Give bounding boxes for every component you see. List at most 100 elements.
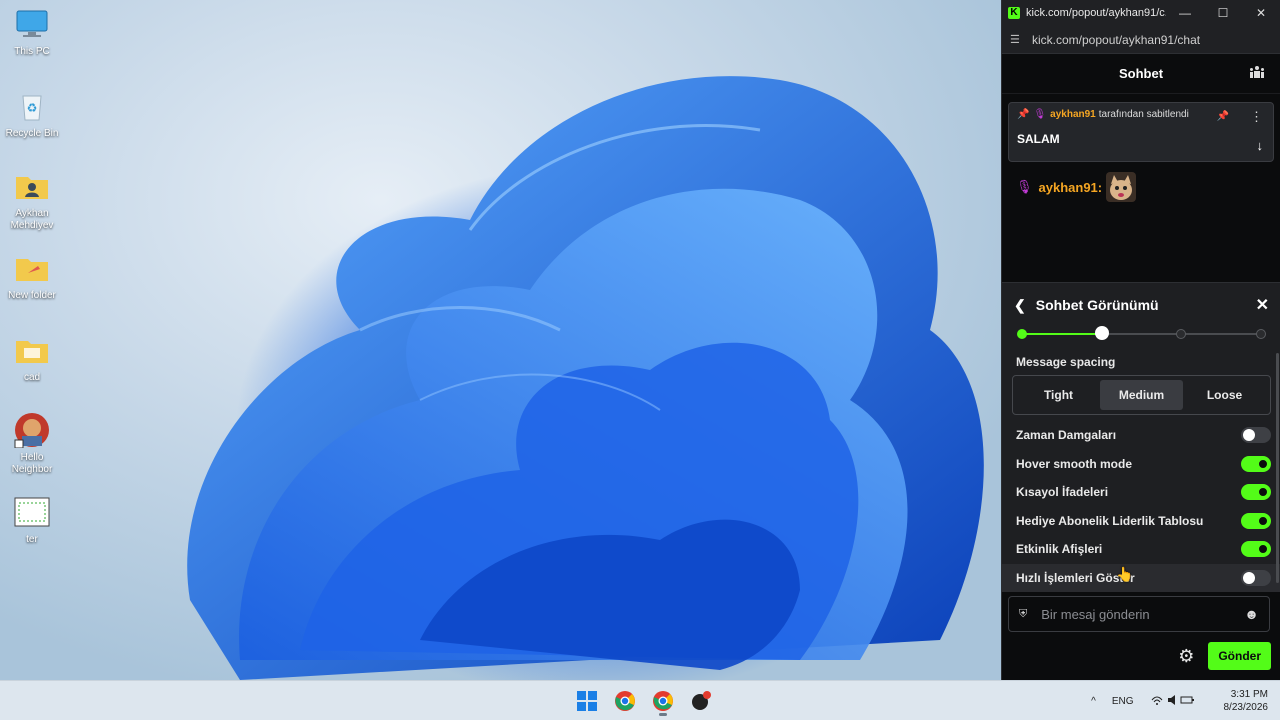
more-options-icon[interactable]: ⋮	[1250, 109, 1263, 125]
chat-message: 🎙 aykhan91 :	[1002, 162, 1280, 212]
desktop-icon-recycle-bin[interactable]: ♻ Recycle Bin	[4, 88, 60, 140]
site-settings-icon[interactable]: ☰	[1010, 33, 1024, 46]
desktop-icon-hello-neighbor[interactable]: Hello Neighbor	[4, 412, 60, 476]
maximize-button[interactable]: ☐	[1204, 0, 1242, 26]
desktop-icon-label: New folder	[8, 290, 56, 301]
desktop-icon-label: Hello Neighbor	[11, 452, 53, 475]
back-arrow-icon[interactable]: ❮	[1014, 297, 1026, 314]
pin-icon: 📌	[1017, 109, 1030, 120]
user-folder-icon	[14, 168, 50, 204]
slider-thumb[interactable]	[1094, 326, 1109, 340]
shield-icon[interactable]: ⛨	[1019, 608, 1027, 621]
toggle-switch[interactable]	[1241, 541, 1271, 558]
clock[interactable]: 3:31 PM 8/23/2026	[1224, 688, 1269, 714]
tray-overflow-icon[interactable]: ^	[1091, 696, 1096, 707]
image-file-icon	[14, 494, 50, 530]
desktop-icon-new-folder[interactable]: New folder	[4, 250, 60, 302]
chrome-icon	[615, 691, 635, 711]
taskbar-chrome[interactable]	[606, 685, 644, 717]
language-indicator[interactable]: ENG	[1112, 696, 1134, 707]
app-icon	[692, 691, 711, 710]
gear-icon[interactable]: ⚙	[1178, 646, 1194, 667]
panel-title: Sohbet Görünümü	[1035, 297, 1159, 313]
toggle-row-gift-leaderboard[interactable]: Hediye Abonelik Liderlik Tablosu	[1002, 507, 1280, 536]
toggle-switch[interactable]	[1241, 569, 1271, 586]
desktop-icon-label: ter	[26, 534, 38, 545]
desktop-icon-label: This PC	[14, 46, 50, 57]
address-url: kick.com/popout/aykhan91/chat	[1032, 32, 1201, 47]
font-size-slider[interactable]	[1017, 326, 1266, 341]
slider-fill	[1022, 333, 1102, 335]
kick-logo-icon: K	[1008, 7, 1020, 19]
toggle-switch[interactable]	[1241, 455, 1271, 472]
start-button[interactable]	[568, 685, 606, 717]
spacing-label: Message spacing	[1016, 355, 1116, 369]
desktop-icon-this-pc[interactable]: This PC	[4, 6, 60, 58]
desktop-icon-label: Aykhan Mehdiyev	[10, 208, 54, 231]
taskbar: ^ ENG 3:31 PM 8/23/2026	[0, 680, 1280, 720]
pinned-message[interactable]: 📌 🎙 aykhan91 tarafından sabitlendi 📌 ⋮ S…	[1008, 102, 1274, 162]
send-button[interactable]: Gönder	[1208, 642, 1271, 670]
pinned-by-text: tarafından sabitlendi	[1098, 109, 1189, 120]
toggle-row-timestamps[interactable]: Zaman Damgaları	[1002, 421, 1280, 450]
toggle-label: Hediye Abonelik Liderlik Tablosu	[1016, 513, 1204, 528]
message-placeholder: Bir mesaj gönderin	[1041, 606, 1150, 622]
close-icon[interactable]: ✕	[1256, 295, 1269, 315]
chrome-icon	[653, 691, 673, 711]
pinned-text: SALAM	[1017, 132, 1060, 146]
toggle-row-event-banners[interactable]: Etkinlik Afişleri	[1002, 535, 1280, 564]
cat-emote-icon	[1106, 172, 1137, 202]
desktop-icon-cad[interactable]: cad	[4, 332, 60, 384]
game-shortcut-icon	[14, 412, 50, 448]
clock-date: 8/23/2026	[1223, 702, 1269, 713]
close-window-button[interactable]: ✕	[1242, 0, 1280, 26]
users-icon[interactable]	[1250, 66, 1264, 81]
desktop-icon-label: Recycle Bin	[5, 128, 59, 139]
slider-stop[interactable]	[1017, 329, 1027, 339]
toggle-switch[interactable]	[1241, 484, 1271, 501]
emoji-icon[interactable]: ☻	[1244, 606, 1259, 622]
spacing-option-loose[interactable]: Loose	[1183, 380, 1266, 410]
unpin-icon[interactable]: 📌	[1217, 111, 1229, 122]
chat-header: Sohbet	[1002, 54, 1280, 94]
spacing-option-medium[interactable]: Medium	[1100, 380, 1183, 410]
toggle-label: Zaman Damgaları	[1016, 428, 1117, 443]
taskbar-chrome-active[interactable]	[644, 685, 682, 717]
message-separator: :	[1097, 179, 1103, 195]
clock-time: 3:31 PM	[1230, 689, 1268, 700]
taskbar-apps	[568, 685, 720, 717]
message-input[interactable]: ⛨ Bir mesaj gönderin ☻	[1008, 596, 1270, 632]
toggle-label: Kısayol İfadeleri	[1016, 485, 1109, 500]
message-author[interactable]: aykhan91	[1039, 180, 1098, 195]
toggle-row-hover-smooth[interactable]: Hover smooth mode	[1002, 450, 1280, 479]
toggle-switch[interactable]	[1241, 512, 1271, 529]
toggle-label: Hover smooth mode	[1016, 456, 1133, 471]
network-volume-battery-icon[interactable]	[1150, 694, 1194, 709]
chat-appearance-panel: ❮ Sohbet Görünümü ✕ Message spacing Tigh…	[1002, 282, 1280, 592]
desktop-icon-ter[interactable]: ter	[4, 494, 60, 546]
taskbar-app-notification[interactable]	[682, 685, 720, 717]
slider-stop[interactable]	[1256, 329, 1266, 339]
minimize-button[interactable]: —	[1166, 0, 1204, 26]
mouse-cursor-icon: 👆	[1116, 566, 1134, 582]
broadcaster-badge-icon: 🎙	[1033, 109, 1047, 120]
spacing-option-tight[interactable]: Tight	[1017, 380, 1100, 410]
chat-popout-window: K kick.com/popout/aykhan91/c... — ☐ ✕ ☰ …	[1001, 0, 1280, 680]
desktop-icon-aykhan-mehdiyev[interactable]: Aykhan Mehdiyev	[4, 168, 60, 232]
toggle-row-shortcut-emotes[interactable]: Kısayol İfadeleri	[1002, 478, 1280, 507]
chat-title: Sohbet	[1118, 66, 1164, 81]
pinned-author[interactable]: aykhan91	[1050, 109, 1096, 120]
toggle-switch[interactable]	[1241, 427, 1271, 444]
slider-stop[interactable]	[1176, 329, 1187, 339]
toggle-row-quick-actions[interactable]: Hızlı İşlemleri Göster	[1002, 563, 1280, 592]
panel-scrollbar[interactable]	[1276, 353, 1279, 583]
window-titlebar[interactable]: K kick.com/popout/aykhan91/c... — ☐ ✕	[1002, 0, 1280, 26]
monitor-icon	[14, 6, 50, 42]
recycle-bin-icon: ♻	[14, 88, 50, 124]
composer-actions: ⚙ Gönder	[1002, 640, 1280, 672]
address-bar[interactable]: ☰ kick.com/popout/aykhan91/chat	[1002, 26, 1280, 54]
desktop-icon-label: cad	[23, 372, 41, 383]
expand-down-icon[interactable]: ↓	[1257, 138, 1264, 153]
broadcaster-badge-icon: 🎙	[1016, 179, 1033, 194]
folder-icon	[14, 250, 50, 286]
